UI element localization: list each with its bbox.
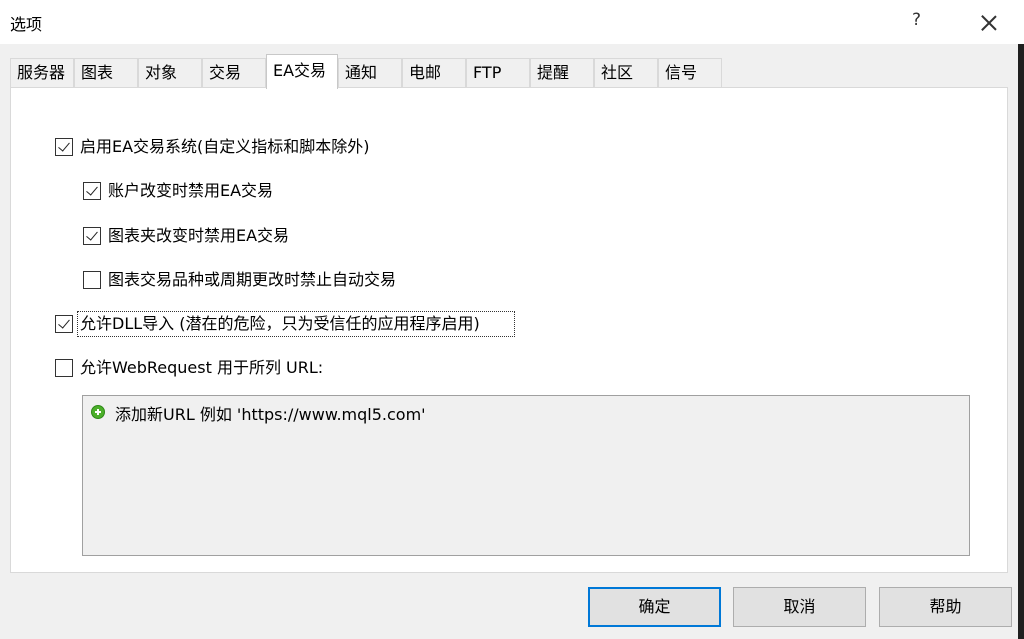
help-question-icon[interactable]: ? <box>912 10 921 30</box>
tab-server[interactable]: 服务器 <box>10 58 74 88</box>
label-allow-dll: 允许DLL导入 (潜在的危险，只为受信任的应用程序启用) <box>80 314 480 333</box>
tab-objects[interactable]: 对象 <box>138 58 202 88</box>
label-disable-symbol-change: 图表交易品种或周期更改时禁止自动交易 <box>108 270 397 289</box>
ea-settings-panel: 启用EA交易系统(自定义指标和脚本除外) 账户改变时禁用EA交易 图表夹改变时禁… <box>10 87 1008 573</box>
help-button[interactable]: 帮助 <box>879 587 1012 627</box>
label-disable-account-change: 账户改变时禁用EA交易 <box>108 181 274 200</box>
tab-ftp[interactable]: FTP <box>466 58 530 88</box>
checkbox-enable-ea[interactable] <box>55 138 73 156</box>
tab-signals[interactable]: 信号 <box>658 58 722 88</box>
label-enable-ea: 启用EA交易系统(自定义指标和脚本除外) <box>80 137 370 156</box>
close-icon[interactable] <box>972 6 1006 38</box>
tab-expert-advisors[interactable]: EA交易 <box>266 54 338 89</box>
label-disable-profile-change: 图表夹改变时禁用EA交易 <box>108 226 290 245</box>
checkbox-disable-account-change[interactable] <box>83 182 101 200</box>
tab-trade[interactable]: 交易 <box>202 58 266 88</box>
plus-circle-icon[interactable] <box>91 405 105 419</box>
tab-community[interactable]: 社区 <box>594 58 658 88</box>
tab-alerts[interactable]: 提醒 <box>530 58 594 88</box>
tab-charts[interactable]: 图表 <box>74 58 138 88</box>
window-title: 选项 <box>10 15 43 34</box>
tab-notifications[interactable]: 通知 <box>338 58 402 88</box>
title-bar: 选项 ? <box>0 0 1024 44</box>
label-allow-webrequest: 允许WebRequest 用于所列 URL: <box>80 358 324 377</box>
checkbox-disable-profile-change[interactable] <box>83 227 101 245</box>
checkbox-allow-dll[interactable] <box>55 315 73 333</box>
url-list[interactable]: 添加新URL 例如 'https://www.mql5.com' <box>82 395 970 556</box>
cancel-button[interactable]: 取消 <box>733 587 866 627</box>
add-url-item[interactable]: 添加新URL 例如 'https://www.mql5.com' <box>115 401 426 425</box>
checkbox-disable-symbol-change[interactable] <box>83 271 101 289</box>
tab-email[interactable]: 电邮 <box>402 58 466 88</box>
ok-button[interactable]: 确定 <box>588 587 721 627</box>
window-edge <box>1018 44 1024 639</box>
checkbox-allow-webrequest[interactable] <box>55 359 73 377</box>
